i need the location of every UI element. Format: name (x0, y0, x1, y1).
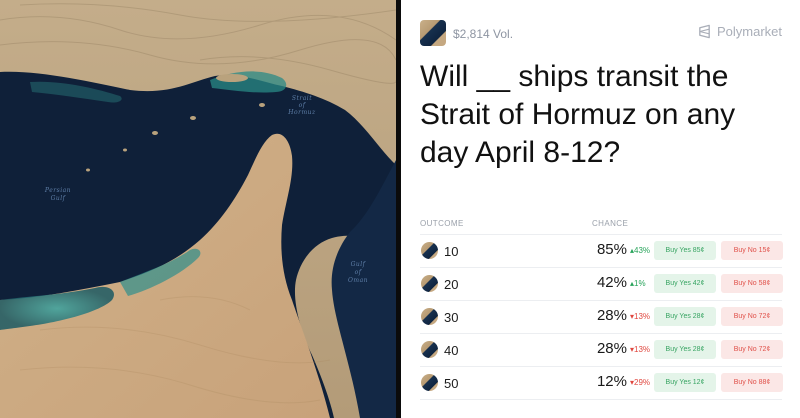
chance-delta: ▴43% (630, 246, 650, 255)
chance-delta: ▴1% (630, 279, 646, 288)
market-header: $2,814 Vol. Polymarket (420, 20, 782, 46)
outcome-chance: 42% (596, 274, 627, 291)
buy-yes-button[interactable]: Buy Yes 28¢ (654, 340, 716, 359)
delta-value: 13% (634, 345, 651, 354)
outcome-row[interactable]: 50 12% ▾29% Buy Yes 12¢ Buy No 88¢ (420, 367, 783, 400)
outcome-row[interactable]: 40 28% ▾13% Buy Yes 28¢ Buy No 72¢ (420, 334, 783, 367)
outcome-icon (421, 374, 438, 391)
map-image: Strait of Hormuz Persian Gulf Gulf of Om… (0, 0, 396, 418)
outcome-list: 10 85% ▴43% Buy Yes 85¢ Buy No 15¢ 20 42… (420, 234, 783, 400)
delta-value: 29% (634, 378, 651, 387)
buy-no-button[interactable]: Buy No 15¢ (721, 241, 783, 260)
chance-delta: ▾29% (630, 378, 650, 387)
map-label-oman-1: Gulf (351, 261, 367, 268)
chance-delta: ▾13% (630, 312, 650, 321)
brand-name: Polymarket (716, 24, 782, 39)
outcome-icon (421, 308, 438, 325)
outcome-label: 40 (444, 343, 459, 358)
map-label-oman-3: Oman (348, 277, 368, 284)
map-label-gulf-2: Gulf (51, 195, 67, 202)
buy-no-button[interactable]: Buy No 88¢ (721, 373, 783, 392)
outcome-row[interactable]: 30 28% ▾13% Buy Yes 28¢ Buy No 72¢ (420, 301, 783, 334)
map-label-strait-1: Strait (292, 95, 312, 102)
outcome-chance: 28% (596, 307, 627, 324)
buy-no-button[interactable]: Buy No 72¢ (721, 307, 783, 326)
market-thumbnail[interactable] (420, 20, 446, 46)
buy-yes-button[interactable]: Buy Yes 42¢ (654, 274, 716, 293)
delta-value: 43% (634, 246, 651, 255)
polymarket-icon (699, 24, 710, 39)
buy-yes-button[interactable]: Buy Yes 28¢ (654, 307, 716, 326)
map-label-gulf-1: Persian (44, 187, 71, 194)
outcome-chance: 85% (596, 241, 627, 258)
outcome-icon (421, 341, 438, 358)
buy-no-button[interactable]: Buy No 58¢ (721, 274, 783, 293)
volume-text: $2,814 Vol. (453, 27, 514, 41)
map-label-strait-3: Hormuz (287, 109, 316, 116)
brand-logo[interactable]: Polymarket (697, 24, 782, 39)
buy-yes-button[interactable]: Buy Yes 85¢ (654, 241, 716, 260)
outcome-chance: 12% (596, 373, 627, 390)
buy-yes-button[interactable]: Buy Yes 12¢ (654, 373, 716, 392)
outcome-label: 10 (444, 244, 459, 259)
outcome-icon (421, 275, 438, 292)
market-card: $2,814 Vol. Polymarket Will __ ships tra… (402, 0, 800, 418)
outcome-label: 30 (444, 310, 459, 325)
market-title[interactable]: Will __ ships transit the Strait of Horm… (420, 58, 790, 172)
column-header-outcome: OUTCOME (420, 219, 464, 228)
satellite-map: Strait of Hormuz Persian Gulf Gulf of Om… (0, 0, 396, 418)
delta-value: 13% (634, 312, 651, 321)
outcome-row[interactable]: 10 85% ▴43% Buy Yes 85¢ Buy No 15¢ (420, 235, 783, 268)
outcome-icon (421, 242, 438, 259)
column-header-chance: CHANCE (592, 219, 629, 228)
outcome-label: 50 (444, 376, 459, 391)
delta-value: 1% (634, 279, 646, 288)
outcome-label: 20 (444, 277, 459, 292)
outcome-chance: 28% (596, 340, 627, 357)
panel-divider (396, 0, 401, 418)
buy-no-button[interactable]: Buy No 72¢ (721, 340, 783, 359)
chance-delta: ▾13% (630, 345, 650, 354)
outcome-row[interactable]: 20 42% ▴1% Buy Yes 42¢ Buy No 58¢ (420, 268, 783, 301)
